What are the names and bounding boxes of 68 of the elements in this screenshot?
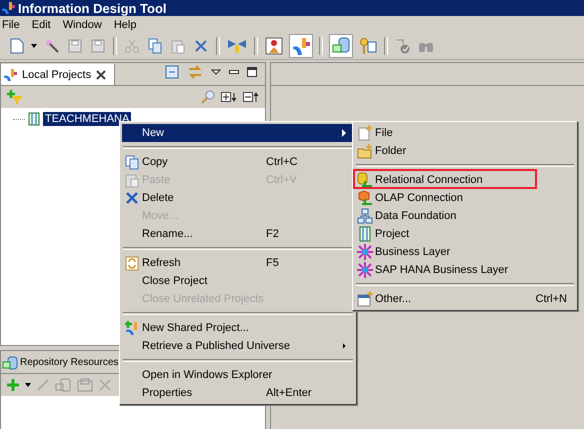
- save-all-icon[interactable]: [90, 38, 106, 54]
- menu-item[interactable]: New Shared Project...: [122, 319, 354, 337]
- app-logo-icon: [1, 1, 15, 15]
- cube-connection-icon: [357, 190, 373, 206]
- star-burst-icon: [357, 262, 373, 278]
- menu-item[interactable]: OLAP Connection: [355, 189, 575, 207]
- caret-icon[interactable]: [25, 383, 31, 387]
- database-toggle-icon[interactable]: [330, 35, 352, 57]
- menu-item[interactable]: Business Layer: [355, 243, 575, 261]
- new-window-icon: [357, 291, 373, 307]
- bowtie-icon[interactable]: [227, 37, 247, 55]
- new-file-icon[interactable]: [10, 38, 24, 54]
- menu-item[interactable]: Retrieve a Published Universe: [122, 337, 354, 355]
- new-folder-icon: [357, 144, 373, 158]
- project-icon: [28, 112, 40, 126]
- database-connection-icon: [357, 172, 373, 188]
- window-title: Information Design Tool: [18, 0, 167, 16]
- menu-item[interactable]: Properties Alt+Enter: [122, 384, 354, 402]
- database-icon: [2, 356, 18, 370]
- caret-icon[interactable]: [31, 44, 37, 48]
- maximize-icon[interactable]: [247, 67, 257, 77]
- collapse-all-icon[interactable]: [243, 92, 259, 102]
- menu-item[interactable]: Refresh F5: [122, 254, 354, 272]
- paste-icon[interactable]: [170, 38, 186, 54]
- menu-item[interactable]: Delete: [122, 189, 354, 207]
- menu-item[interactable]: Help: [112, 18, 142, 30]
- shared-project-icon: [124, 320, 140, 336]
- menu-item[interactable]: SAP HANA Business Layer: [355, 261, 575, 279]
- refresh-icon: [125, 256, 139, 270]
- menu-item[interactable]: Rename... F2: [122, 225, 354, 243]
- key-icon[interactable]: [359, 37, 377, 55]
- star-burst-icon: [357, 244, 373, 260]
- project-icon: [359, 226, 371, 242]
- copy-icon: [125, 154, 139, 170]
- tab-title: Local Projects: [22, 68, 92, 80]
- expand-all-icon[interactable]: [221, 92, 237, 102]
- view-menu-icon[interactable]: [211, 69, 221, 75]
- minimize-icon[interactable]: [229, 70, 239, 74]
- close-icon[interactable]: [96, 70, 106, 80]
- menu-item[interactable]: Project: [355, 225, 575, 243]
- save-icon[interactable]: [67, 38, 83, 54]
- menu-item[interactable]: Copy Ctrl+C: [122, 153, 354, 171]
- tree-item[interactable]: TEACHMEHANA: [43, 112, 132, 126]
- data-foundation-icon: [357, 208, 373, 224]
- menu-item[interactable]: Folder: [355, 142, 575, 160]
- search-icon[interactable]: [201, 90, 215, 104]
- menu-item[interactable]: Window: [60, 18, 108, 30]
- menu-item[interactable]: Other... Ctrl+N: [355, 290, 575, 308]
- app-logo-icon: [3, 68, 17, 82]
- menu-item[interactable]: File: [355, 124, 575, 142]
- copy-icon[interactable]: [147, 38, 163, 54]
- menu-item[interactable]: Close Project: [122, 272, 354, 290]
- menu-item[interactable]: New: [122, 124, 354, 142]
- picture-icon[interactable]: [265, 37, 283, 55]
- check-document-icon[interactable]: [395, 38, 411, 54]
- menu-item[interactable]: Relational Connection: [355, 171, 575, 189]
- local-projects-tab[interactable]: Local Projects: [1, 64, 116, 85]
- tab-title: Repository Resources: [20, 357, 118, 368]
- collapse-icon[interactable]: [165, 65, 179, 79]
- perspective-toggle-icon[interactable]: [290, 35, 312, 57]
- menu-item[interactable]: File: [0, 18, 26, 30]
- paste-icon: [125, 172, 139, 188]
- new-file-icon: [358, 125, 372, 141]
- delete-icon[interactable]: [193, 38, 209, 54]
- delete-icon: [125, 191, 139, 205]
- wand-icon[interactable]: [44, 38, 60, 54]
- menu-item[interactable]: Data Foundation: [355, 207, 575, 225]
- menu-item[interactable]: Edit: [30, 18, 57, 30]
